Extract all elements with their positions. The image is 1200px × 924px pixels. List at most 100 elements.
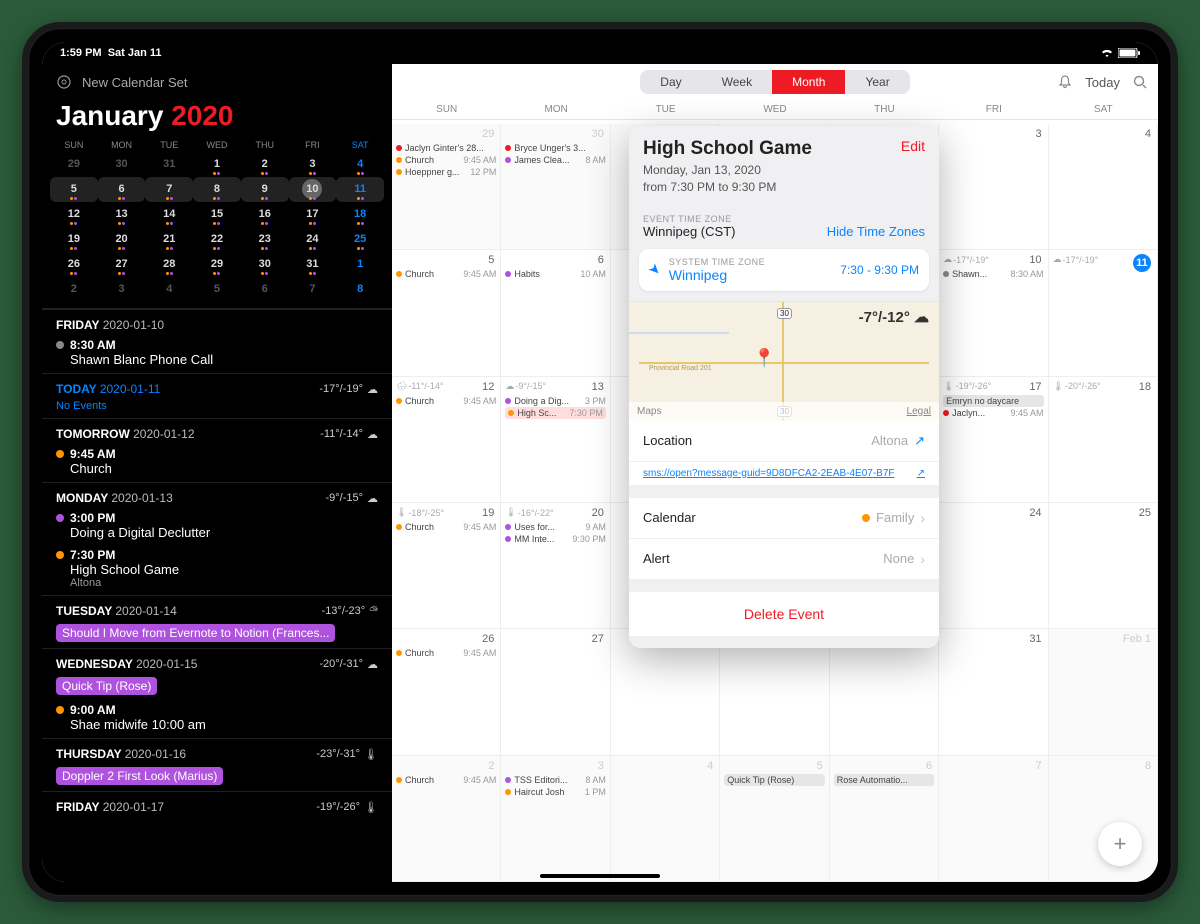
month-cell[interactable]: ☁︎-9°/-15°13Doing a Dig...3 PMHigh Sc...… <box>501 377 610 503</box>
month-cell[interactable]: 28 <box>611 629 720 755</box>
month-event[interactable]: Shawn...8:30 AM <box>943 268 1043 280</box>
mini-day[interactable]: 8 <box>336 277 384 302</box>
month-cell[interactable]: 3 <box>939 124 1048 250</box>
calendar-row[interactable]: Calendar Family› <box>629 498 939 539</box>
month-cell[interactable]: Feb 1 <box>1049 629 1158 755</box>
month-event[interactable]: Emryn no daycare <box>943 395 1043 407</box>
mini-day[interactable]: 4 <box>336 152 384 177</box>
mini-day[interactable]: 30 <box>241 252 289 277</box>
add-event-button[interactable]: + <box>1098 822 1142 866</box>
search-icon[interactable] <box>1132 74 1148 90</box>
month-cell[interactable]: ☁︎-17°/-19°11 <box>1049 250 1158 376</box>
mini-day[interactable]: 25 <box>336 227 384 252</box>
month-cell[interactable]: 3TSS Editori...8 AMHaircut Josh1 PM <box>501 756 610 882</box>
month-cell[interactable]: 30Bryce Unger's 3...James Clea...8 AM <box>501 124 610 250</box>
mini-day[interactable]: 29 <box>193 252 241 277</box>
mini-day[interactable]: 23 <box>241 227 289 252</box>
month-cell[interactable]: 5Church9:45 AM <box>392 250 501 376</box>
view-week[interactable]: Week <box>702 70 772 94</box>
bell-icon[interactable] <box>1057 74 1073 90</box>
month-cell[interactable]: 🌡-20°/-26°18 <box>1049 377 1158 503</box>
today-button[interactable]: Today <box>1085 75 1120 90</box>
month-event[interactable]: Jaclyn...9:45 AM <box>943 407 1043 419</box>
month-event[interactable]: Bryce Unger's 3... <box>505 142 605 154</box>
view-segmented-control[interactable]: DayWeekMonthYear <box>640 70 909 94</box>
mini-day[interactable]: 4 <box>145 277 193 302</box>
agenda-list[interactable]: FRIDAY 2020-01-108:30 AMShawn Blanc Phon… <box>42 308 392 882</box>
month-event[interactable]: Habits10 AM <box>505 268 605 280</box>
agenda-event[interactable]: 7:30 PMHigh School GameAltona <box>42 546 392 595</box>
mini-day[interactable]: 10 <box>289 177 337 202</box>
mini-day[interactable]: 28 <box>145 252 193 277</box>
mini-day[interactable]: 9 <box>241 177 289 202</box>
month-event[interactable]: Jaclyn Ginter's 28... <box>396 142 496 154</box>
month-cell[interactable]: 5Quick Tip (Rose) <box>720 756 829 882</box>
mini-day[interactable]: 17 <box>289 202 337 227</box>
mini-day[interactable]: 18 <box>336 202 384 227</box>
mini-calendar[interactable]: SUNMONTUEWEDTHUFRISAT 293031123456789101… <box>42 138 392 308</box>
alert-row[interactable]: Alert None› <box>629 539 939 580</box>
month-cell[interactable]: 6Rose Automatio... <box>830 756 939 882</box>
month-event[interactable]: Doing a Dig...3 PM <box>505 395 605 407</box>
mini-day[interactable]: 8 <box>193 177 241 202</box>
mini-day[interactable]: 6 <box>241 277 289 302</box>
month-cell[interactable]: 27 <box>501 629 610 755</box>
month-event[interactable]: Haircut Josh1 PM <box>505 786 605 798</box>
month-cell[interactable]: 30 <box>830 629 939 755</box>
month-event[interactable]: Church9:45 AM <box>396 647 496 659</box>
month-cell[interactable]: 🌡-16°/-22°20Uses for...9 AMMM Inte...9:3… <box>501 503 610 629</box>
calendar-set-label[interactable]: New Calendar Set <box>82 75 188 90</box>
mini-day[interactable]: 15 <box>193 202 241 227</box>
view-day[interactable]: Day <box>640 70 701 94</box>
agenda-event-pill[interactable]: Doppler 2 First Look (Marius) <box>56 767 223 785</box>
month-cell[interactable]: 6Habits10 AM <box>501 250 610 376</box>
mini-day[interactable]: 20 <box>98 227 146 252</box>
edit-button[interactable]: Edit <box>901 138 925 154</box>
location-row[interactable]: Location Altona↗︎ <box>629 421 939 462</box>
month-event[interactable]: Church9:45 AM <box>396 774 496 786</box>
mini-day[interactable]: 31 <box>145 152 193 177</box>
mini-day[interactable]: 1 <box>336 252 384 277</box>
mini-day[interactable]: 2 <box>50 277 98 302</box>
legal-link[interactable]: Legal <box>907 406 931 417</box>
mini-day[interactable]: 1 <box>193 152 241 177</box>
month-event[interactable]: High Sc...7:30 PM <box>505 407 605 419</box>
mini-day[interactable]: 2 <box>241 152 289 177</box>
agenda-event[interactable]: 9:45 AMChurch <box>42 445 392 482</box>
mini-day[interactable]: 26 <box>50 252 98 277</box>
mini-day[interactable]: 7 <box>289 277 337 302</box>
mini-day[interactable]: 16 <box>241 202 289 227</box>
agenda-event-pill[interactable]: Quick Tip (Rose) <box>56 677 157 695</box>
mini-day[interactable]: 5 <box>50 177 98 202</box>
month-cell[interactable]: 8 <box>1049 756 1158 882</box>
month-cell[interactable]: 4 <box>1049 124 1158 250</box>
month-event[interactable]: Rose Automatio... <box>834 774 934 786</box>
mini-day[interactable]: 3 <box>98 277 146 302</box>
month-event[interactable]: Church9:45 AM <box>396 521 496 533</box>
month-cell[interactable]: 4 <box>611 756 720 882</box>
month-cell[interactable]: ☁︎-17°/-19°10Shawn...8:30 AM <box>939 250 1048 376</box>
month-cell[interactable]: 🌡-19°/-26°17Emryn no daycareJaclyn...9:4… <box>939 377 1048 503</box>
gear-icon[interactable] <box>56 74 72 90</box>
month-cell[interactable]: 2Church9:45 AM <box>392 756 501 882</box>
month-event[interactable]: TSS Editori...8 AM <box>505 774 605 786</box>
delete-event-button[interactable]: Delete Event <box>629 592 939 636</box>
mini-day[interactable]: 14 <box>145 202 193 227</box>
mini-day[interactable]: 27 <box>98 252 146 277</box>
month-event[interactable]: Church9:45 AM <box>396 268 496 280</box>
mini-day[interactable]: 29 <box>50 152 98 177</box>
agenda-event-pill[interactable]: Should I Move from Evernote to Notion (F… <box>56 624 335 642</box>
month-event[interactable]: Hoeppner g...12 PM <box>396 166 496 178</box>
month-cell[interactable]: 26Church9:45 AM <box>392 629 501 755</box>
month-cell[interactable]: 🌧-11°/-14°12Church9:45 AM <box>392 377 501 503</box>
agenda-event[interactable]: 9:00 AMShae midwife 10:00 am <box>42 701 392 738</box>
mini-day[interactable]: 31 <box>289 252 337 277</box>
view-month[interactable]: Month <box>772 70 845 94</box>
month-event[interactable]: MM Inte...9:30 PM <box>505 533 605 545</box>
mini-day[interactable]: 6 <box>98 177 146 202</box>
month-cell[interactable]: 25 <box>1049 503 1158 629</box>
month-event[interactable]: Quick Tip (Rose) <box>724 774 824 786</box>
mini-day[interactable]: 12 <box>50 202 98 227</box>
month-event[interactable]: Uses for...9 AM <box>505 521 605 533</box>
mini-day[interactable]: 30 <box>98 152 146 177</box>
